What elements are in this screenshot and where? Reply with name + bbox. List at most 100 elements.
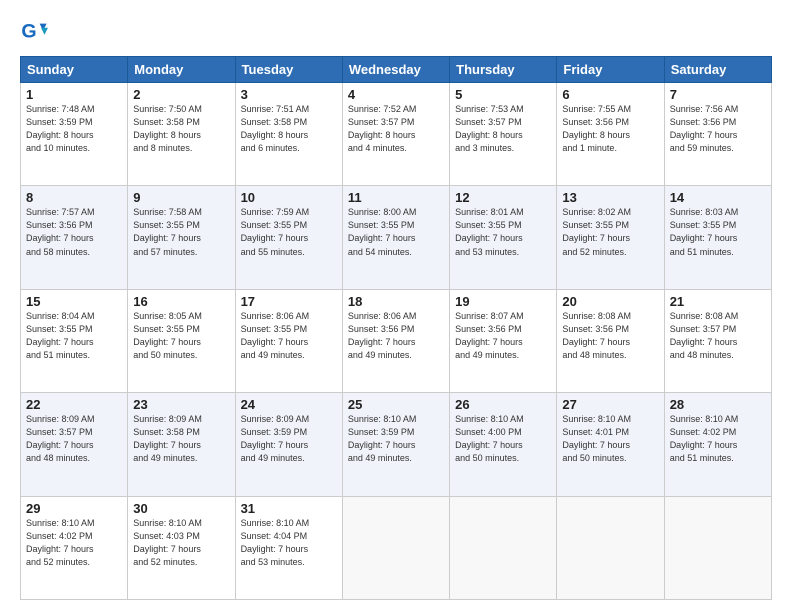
day-info: Sunrise: 8:06 AM Sunset: 3:55 PM Dayligh…: [241, 310, 337, 362]
day-info: Sunrise: 8:10 AM Sunset: 4:02 PM Dayligh…: [26, 517, 122, 569]
day-number: 26: [455, 397, 551, 412]
day-info: Sunrise: 8:10 AM Sunset: 3:59 PM Dayligh…: [348, 413, 444, 465]
calendar-cell: 29Sunrise: 8:10 AM Sunset: 4:02 PM Dayli…: [21, 496, 128, 599]
day-number: 7: [670, 87, 766, 102]
day-number: 28: [670, 397, 766, 412]
day-header-saturday: Saturday: [664, 57, 771, 83]
day-info: Sunrise: 8:05 AM Sunset: 3:55 PM Dayligh…: [133, 310, 229, 362]
day-info: Sunrise: 8:04 AM Sunset: 3:55 PM Dayligh…: [26, 310, 122, 362]
day-number: 6: [562, 87, 658, 102]
day-number: 2: [133, 87, 229, 102]
calendar-cell: 8Sunrise: 7:57 AM Sunset: 3:56 PM Daylig…: [21, 186, 128, 289]
week-row-5: 29Sunrise: 8:10 AM Sunset: 4:02 PM Dayli…: [21, 496, 772, 599]
calendar-cell: 19Sunrise: 8:07 AM Sunset: 3:56 PM Dayli…: [450, 289, 557, 392]
day-info: Sunrise: 8:03 AM Sunset: 3:55 PM Dayligh…: [670, 206, 766, 258]
calendar-cell: 15Sunrise: 8:04 AM Sunset: 3:55 PM Dayli…: [21, 289, 128, 392]
calendar-header: SundayMondayTuesdayWednesdayThursdayFrid…: [21, 57, 772, 83]
day-number: 15: [26, 294, 122, 309]
day-number: 10: [241, 190, 337, 205]
day-number: 9: [133, 190, 229, 205]
day-info: Sunrise: 8:10 AM Sunset: 4:02 PM Dayligh…: [670, 413, 766, 465]
day-number: 13: [562, 190, 658, 205]
calendar-cell: 21Sunrise: 8:08 AM Sunset: 3:57 PM Dayli…: [664, 289, 771, 392]
calendar-cell: 12Sunrise: 8:01 AM Sunset: 3:55 PM Dayli…: [450, 186, 557, 289]
day-info: Sunrise: 7:59 AM Sunset: 3:55 PM Dayligh…: [241, 206, 337, 258]
day-info: Sunrise: 7:50 AM Sunset: 3:58 PM Dayligh…: [133, 103, 229, 155]
day-number: 8: [26, 190, 122, 205]
svg-text:G: G: [21, 21, 36, 43]
calendar-cell: [342, 496, 449, 599]
calendar-cell: 17Sunrise: 8:06 AM Sunset: 3:55 PM Dayli…: [235, 289, 342, 392]
logo: G: [20, 18, 52, 46]
day-number: 18: [348, 294, 444, 309]
day-info: Sunrise: 7:52 AM Sunset: 3:57 PM Dayligh…: [348, 103, 444, 155]
calendar-cell: 6Sunrise: 7:55 AM Sunset: 3:56 PM Daylig…: [557, 83, 664, 186]
day-info: Sunrise: 7:48 AM Sunset: 3:59 PM Dayligh…: [26, 103, 122, 155]
day-info: Sunrise: 8:01 AM Sunset: 3:55 PM Dayligh…: [455, 206, 551, 258]
day-number: 3: [241, 87, 337, 102]
calendar-cell: 2Sunrise: 7:50 AM Sunset: 3:58 PM Daylig…: [128, 83, 235, 186]
header: G: [20, 18, 772, 46]
calendar-cell: 27Sunrise: 8:10 AM Sunset: 4:01 PM Dayli…: [557, 393, 664, 496]
day-number: 20: [562, 294, 658, 309]
day-number: 12: [455, 190, 551, 205]
day-info: Sunrise: 8:00 AM Sunset: 3:55 PM Dayligh…: [348, 206, 444, 258]
day-header-friday: Friday: [557, 57, 664, 83]
day-info: Sunrise: 7:51 AM Sunset: 3:58 PM Dayligh…: [241, 103, 337, 155]
day-header-monday: Monday: [128, 57, 235, 83]
calendar-cell: 9Sunrise: 7:58 AM Sunset: 3:55 PM Daylig…: [128, 186, 235, 289]
day-number: 23: [133, 397, 229, 412]
calendar-cell: 26Sunrise: 8:10 AM Sunset: 4:00 PM Dayli…: [450, 393, 557, 496]
calendar-cell: 31Sunrise: 8:10 AM Sunset: 4:04 PM Dayli…: [235, 496, 342, 599]
day-info: Sunrise: 8:09 AM Sunset: 3:58 PM Dayligh…: [133, 413, 229, 465]
day-number: 30: [133, 501, 229, 516]
day-info: Sunrise: 8:08 AM Sunset: 3:57 PM Dayligh…: [670, 310, 766, 362]
day-header-sunday: Sunday: [21, 57, 128, 83]
calendar-cell: 11Sunrise: 8:00 AM Sunset: 3:55 PM Dayli…: [342, 186, 449, 289]
day-number: 4: [348, 87, 444, 102]
calendar-cell: 13Sunrise: 8:02 AM Sunset: 3:55 PM Dayli…: [557, 186, 664, 289]
day-info: Sunrise: 7:53 AM Sunset: 3:57 PM Dayligh…: [455, 103, 551, 155]
day-number: 27: [562, 397, 658, 412]
day-number: 29: [26, 501, 122, 516]
page: G SundayMondayTuesdayWednesdayThursdayFr…: [0, 0, 792, 612]
week-row-1: 1Sunrise: 7:48 AM Sunset: 3:59 PM Daylig…: [21, 83, 772, 186]
day-number: 17: [241, 294, 337, 309]
day-number: 5: [455, 87, 551, 102]
day-info: Sunrise: 8:10 AM Sunset: 4:04 PM Dayligh…: [241, 517, 337, 569]
calendar-cell: 16Sunrise: 8:05 AM Sunset: 3:55 PM Dayli…: [128, 289, 235, 392]
day-info: Sunrise: 8:10 AM Sunset: 4:01 PM Dayligh…: [562, 413, 658, 465]
day-info: Sunrise: 8:06 AM Sunset: 3:56 PM Dayligh…: [348, 310, 444, 362]
calendar-cell: 23Sunrise: 8:09 AM Sunset: 3:58 PM Dayli…: [128, 393, 235, 496]
day-info: Sunrise: 8:10 AM Sunset: 4:00 PM Dayligh…: [455, 413, 551, 465]
day-number: 19: [455, 294, 551, 309]
day-info: Sunrise: 8:02 AM Sunset: 3:55 PM Dayligh…: [562, 206, 658, 258]
day-info: Sunrise: 8:08 AM Sunset: 3:56 PM Dayligh…: [562, 310, 658, 362]
day-info: Sunrise: 8:09 AM Sunset: 3:59 PM Dayligh…: [241, 413, 337, 465]
calendar-cell: 25Sunrise: 8:10 AM Sunset: 3:59 PM Dayli…: [342, 393, 449, 496]
day-number: 22: [26, 397, 122, 412]
calendar-cell: [450, 496, 557, 599]
calendar-cell: 28Sunrise: 8:10 AM Sunset: 4:02 PM Dayli…: [664, 393, 771, 496]
calendar-cell: 4Sunrise: 7:52 AM Sunset: 3:57 PM Daylig…: [342, 83, 449, 186]
week-row-3: 15Sunrise: 8:04 AM Sunset: 3:55 PM Dayli…: [21, 289, 772, 392]
calendar-cell: 30Sunrise: 8:10 AM Sunset: 4:03 PM Dayli…: [128, 496, 235, 599]
header-row: SundayMondayTuesdayWednesdayThursdayFrid…: [21, 57, 772, 83]
day-info: Sunrise: 8:10 AM Sunset: 4:03 PM Dayligh…: [133, 517, 229, 569]
calendar-body: 1Sunrise: 7:48 AM Sunset: 3:59 PM Daylig…: [21, 83, 772, 600]
day-header-tuesday: Tuesday: [235, 57, 342, 83]
day-number: 1: [26, 87, 122, 102]
day-number: 16: [133, 294, 229, 309]
calendar-cell: 7Sunrise: 7:56 AM Sunset: 3:56 PM Daylig…: [664, 83, 771, 186]
day-info: Sunrise: 8:09 AM Sunset: 3:57 PM Dayligh…: [26, 413, 122, 465]
day-info: Sunrise: 7:57 AM Sunset: 3:56 PM Dayligh…: [26, 206, 122, 258]
day-number: 25: [348, 397, 444, 412]
week-row-2: 8Sunrise: 7:57 AM Sunset: 3:56 PM Daylig…: [21, 186, 772, 289]
day-info: Sunrise: 7:55 AM Sunset: 3:56 PM Dayligh…: [562, 103, 658, 155]
calendar-cell: 18Sunrise: 8:06 AM Sunset: 3:56 PM Dayli…: [342, 289, 449, 392]
calendar-cell: 22Sunrise: 8:09 AM Sunset: 3:57 PM Dayli…: [21, 393, 128, 496]
day-info: Sunrise: 7:58 AM Sunset: 3:55 PM Dayligh…: [133, 206, 229, 258]
day-number: 21: [670, 294, 766, 309]
calendar-cell: [557, 496, 664, 599]
day-header-wednesday: Wednesday: [342, 57, 449, 83]
